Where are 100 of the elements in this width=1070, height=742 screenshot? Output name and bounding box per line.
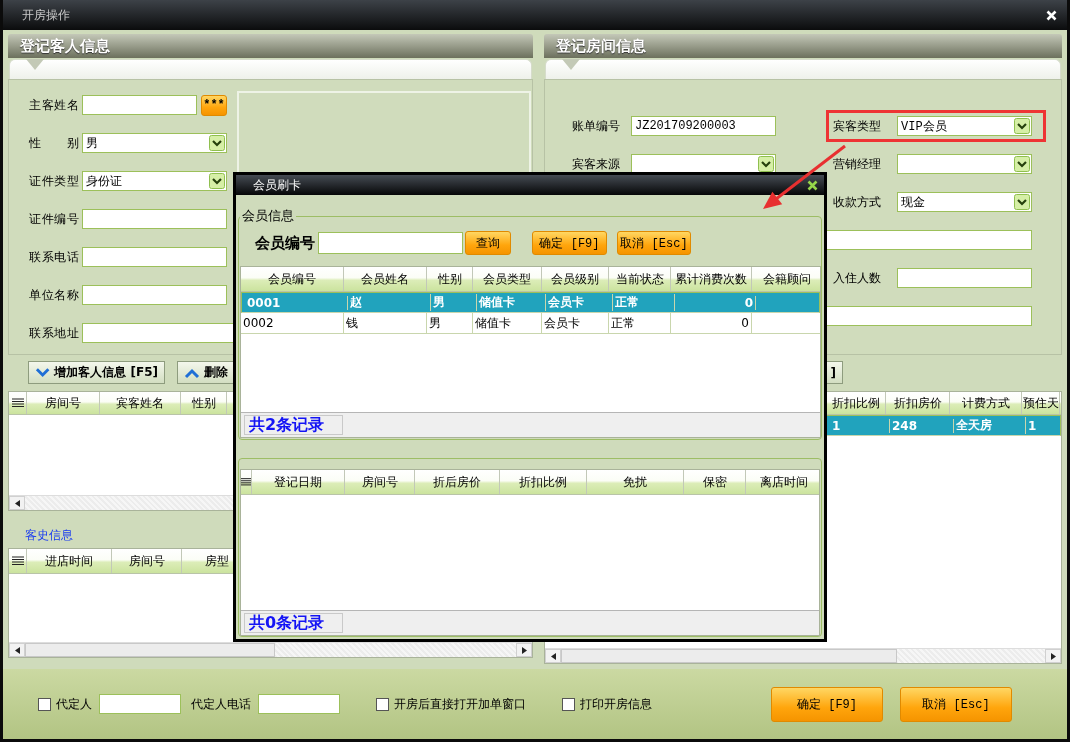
record-count: 共0条记录 <box>244 613 343 633</box>
column-header: 会员级别 <box>542 267 609 291</box>
field-label: 宾客类型 <box>833 117 882 135</box>
scroll-right-icon[interactable] <box>521 646 527 654</box>
record-count: 共2条记录 <box>244 415 343 435</box>
dialog-button[interactable]: 确定 [F9] <box>771 686 883 722</box>
checkbox-label: 打印开房信息 <box>580 695 652 713</box>
column-header: 会员类型 <box>473 267 542 291</box>
input-field[interactable]: JZ201709200003 <box>631 116 776 136</box>
table-cell: 储值卡 <box>473 313 542 333</box>
column-header: 进店时间 <box>27 549 112 573</box>
field-label: 主客姓名 <box>29 96 79 114</box>
window-title: 开房操作 <box>22 6 70 24</box>
dialog-button[interactable]: 确定 [F9] <box>532 231 607 255</box>
column-header: 房间号 <box>345 470 415 494</box>
checkbox-label: 代定人 <box>56 695 92 713</box>
table-cell: 1 <box>1026 418 1061 433</box>
table-cell: 0 <box>671 313 752 333</box>
checkbox-label: 开房后直接打开加单窗口 <box>394 695 526 713</box>
input-field[interactable] <box>82 209 227 229</box>
dialog-button[interactable]: 查询 <box>465 231 511 255</box>
table-cell: 会员卡 <box>542 313 609 333</box>
toolbar-button[interactable]: 增加客人信息 [F5] <box>28 361 165 384</box>
column-header: 性别 <box>181 392 227 414</box>
close-icon[interactable] <box>807 179 818 191</box>
input-field[interactable] <box>82 247 227 267</box>
column-header: 性别 <box>427 267 473 291</box>
list-icon <box>11 556 24 566</box>
column-header: 登记日期 <box>252 470 345 494</box>
group-title: 会员信息 <box>241 207 295 225</box>
select-field[interactable] <box>897 154 1032 174</box>
table-cell: 储值卡 <box>477 294 546 311</box>
field-label: 收款方式 <box>833 193 882 211</box>
scroll-left-icon[interactable] <box>550 652 556 660</box>
column-header: 当前状态 <box>609 267 671 291</box>
column-header: 预住天 <box>1022 392 1060 414</box>
select-field[interactable]: 现金 <box>897 192 1032 212</box>
field-label: 单位名称 <box>29 286 79 304</box>
column-header: 会籍顾问 <box>752 267 820 291</box>
field-label: 代定人电话 <box>191 695 251 713</box>
scroll-right-icon[interactable] <box>1050 652 1056 660</box>
field-label: 证件编号 <box>29 210 79 228</box>
field-label: 营销经理 <box>833 155 882 173</box>
select-field[interactable]: VIP会员 <box>897 116 1032 136</box>
horizontal-scrollbar[interactable] <box>9 642 532 657</box>
chevron-down-icon[interactable] <box>1014 194 1030 210</box>
table-cell: 全天房 <box>954 417 1026 434</box>
select-field[interactable] <box>631 154 776 174</box>
column-header: 折扣房价 <box>886 392 950 414</box>
column-header: 会员姓名 <box>344 267 427 291</box>
checkbox[interactable] <box>38 697 51 711</box>
chevron-down-icon[interactable] <box>209 135 225 151</box>
column-header: 房间号 <box>112 549 182 573</box>
dialog-button[interactable]: 取消 [Esc] <box>617 231 691 255</box>
table-cell: 男 <box>427 313 473 333</box>
input-field[interactable] <box>99 694 181 714</box>
table-cell: 正常 <box>613 294 675 311</box>
column-header: 免扰 <box>587 470 684 494</box>
chevron-down-icon[interactable] <box>1014 118 1030 134</box>
checkbox[interactable] <box>376 697 389 711</box>
field-label: 联系地址 <box>29 324 79 342</box>
field-label: 性别 <box>29 134 79 152</box>
input-field[interactable] <box>897 268 1032 288</box>
table-row[interactable]: 0002 钱 男 储值卡 会员卡 正常 0 <box>241 313 820 334</box>
field-label: 宾客来源 <box>572 155 621 173</box>
select-field[interactable]: 身份证 <box>82 171 227 191</box>
select-field[interactable]: 男 <box>82 133 227 153</box>
chevron-down-icon[interactable] <box>209 173 225 189</box>
chevron-up-icon <box>184 366 200 379</box>
column-header: 累计消费次数 <box>671 267 752 291</box>
table-cell: 0001 <box>245 295 348 310</box>
column-header: 离店时间 <box>746 470 819 494</box>
field-label: 联系电话 <box>29 248 79 266</box>
horizontal-scrollbar[interactable] <box>545 648 1061 663</box>
chevron-down-icon <box>35 366 51 379</box>
dialog-button[interactable]: 取消 [Esc] <box>900 686 1012 722</box>
field-label: 证件类型 <box>29 172 79 190</box>
checkbox[interactable] <box>562 697 575 711</box>
input-field[interactable] <box>318 232 463 254</box>
column-header: 宾客姓名 <box>100 392 181 414</box>
input-field[interactable] <box>258 694 340 714</box>
panel-header: 登记房间信息 <box>544 34 1062 58</box>
table-cell: 248 <box>890 418 954 433</box>
chevron-down-icon[interactable] <box>758 156 774 172</box>
table-cell: 0002 <box>241 313 344 333</box>
table-cell: 会员卡 <box>546 294 613 311</box>
column-header: 折扣比例 <box>500 470 587 494</box>
table-cell: 男 <box>431 294 477 311</box>
scroll-left-icon[interactable] <box>14 646 20 654</box>
input-field[interactable] <box>82 323 234 343</box>
chevron-down-icon[interactable] <box>1014 156 1030 172</box>
scroll-left-icon[interactable] <box>14 499 20 507</box>
input-field[interactable] <box>82 285 227 305</box>
input-field[interactable] <box>82 95 197 115</box>
list-icon <box>241 477 251 487</box>
table-cell: 赵 <box>348 294 431 311</box>
browse-button[interactable]: *** <box>201 94 227 116</box>
field-label: 入住人数 <box>833 269 882 287</box>
column-header: 保密 <box>684 470 746 494</box>
column-header: 房间号 <box>27 392 100 414</box>
